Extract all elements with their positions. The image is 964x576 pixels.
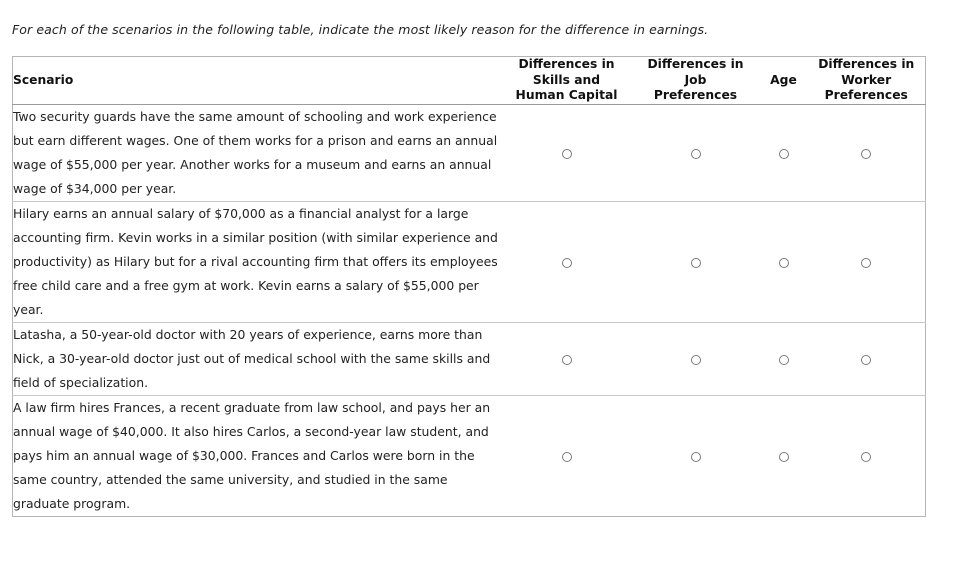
table-row: Latasha, a 50-year-old doctor with 20 ye… [12,322,926,395]
radio-cell-row2-age[interactable] [760,201,808,322]
scenario-text-2: Hilary earns an annual salary of $70,000… [13,205,498,317]
table-row: Hilary earns an annual salary of $70,000… [12,201,926,322]
table-header: Scenario Differences in Skills and Human… [12,57,926,105]
radio-button-row4-age[interactable] [778,451,789,462]
radio-button-row4-job-preferences[interactable] [690,451,701,462]
scenario-text-4: A law firm hires Frances, a recent gradu… [13,399,491,511]
scenario-table: Scenario Differences in Skills and Human… [12,56,926,517]
column-header-worker-preferences: Differences in Worker Preferences [808,57,926,105]
radio-button-row4-worker-preferences[interactable] [861,451,872,462]
radio-cell-row3-skills[interactable] [502,322,632,395]
radio-cell-row4-worker-preferences[interactable] [808,395,926,516]
column-header-age-line-1: Age [770,72,797,87]
column-header-skills-human-capital: Differences in Skills and Human Capital [502,57,632,105]
radio-cell-row4-skills[interactable] [502,395,632,516]
radio-cell-row1-worker-preferences[interactable] [808,104,926,201]
instruction-text: For each of the scenarios in the followi… [12,22,709,37]
radio-cell-row1-job-preferences[interactable] [632,104,760,201]
table-body: Two security guards have the same amount… [12,104,926,516]
radio-button-row1-job-preferences[interactable] [690,148,701,159]
column-header-worker-line-1: Differences in [818,57,915,71]
radio-button-row2-age[interactable] [778,257,789,268]
column-header-skills-line-1: Differences in [518,57,615,71]
radio-cell-row1-age[interactable] [760,104,808,201]
radio-button-row3-worker-preferences[interactable] [861,354,872,365]
radio-cell-row3-age[interactable] [760,322,808,395]
radio-cell-row3-job-preferences[interactable] [632,322,760,395]
column-header-scenario-line-1: Scenario [13,72,74,87]
radio-cell-row1-skills[interactable] [502,104,632,201]
radio-cell-row4-job-preferences[interactable] [632,395,760,516]
scenario-text-3: Latasha, a 50-year-old doctor with 20 ye… [13,326,491,390]
radio-button-row4-skills[interactable] [561,451,572,462]
radio-button-row1-skills[interactable] [561,148,572,159]
scenario-table-container: Scenario Differences in Skills and Human… [12,56,926,517]
scenario-text-1: Two security guards have the same amount… [13,108,498,196]
column-header-job-line-1: Differences in [647,57,744,71]
radio-button-row1-age[interactable] [778,148,789,159]
radio-button-row3-age[interactable] [778,354,789,365]
column-header-age: Age [760,57,808,105]
radio-cell-row2-skills[interactable] [502,201,632,322]
radio-cell-row2-job-preferences[interactable] [632,201,760,322]
column-header-job-preferences: Differences in Job Preferences [632,57,760,105]
radio-button-row1-worker-preferences[interactable] [861,148,872,159]
column-header-job-line-2: Job [684,72,707,87]
table-row: Two security guards have the same amount… [13,104,926,201]
table-header-row: Scenario Differences in Skills and Human… [12,57,926,105]
column-header-scenario: Scenario [13,57,502,105]
radio-cell-row3-worker-preferences[interactable] [808,322,926,395]
radio-cell-row2-worker-preferences[interactable] [808,201,926,322]
radio-button-row2-job-preferences[interactable] [690,257,701,268]
worksheet-page: For each of the scenarios in the followi… [0,0,964,576]
column-header-job-line-3: Preferences [653,88,738,102]
radio-button-row2-skills[interactable] [561,257,572,268]
column-header-skills-line-2: Skills and [532,72,601,87]
table-row: A law firm hires Frances, a recent gradu… [12,395,926,516]
column-header-worker-line-3: Preferences [824,88,908,102]
radio-button-row2-worker-preferences[interactable] [861,257,872,268]
radio-button-row3-job-preferences[interactable] [690,354,701,365]
column-header-skills-line-3: Human Capital [515,88,618,102]
radio-button-row3-skills[interactable] [561,354,572,365]
column-header-worker-line-2: Worker [841,72,892,87]
radio-cell-row4-age[interactable] [760,395,808,516]
